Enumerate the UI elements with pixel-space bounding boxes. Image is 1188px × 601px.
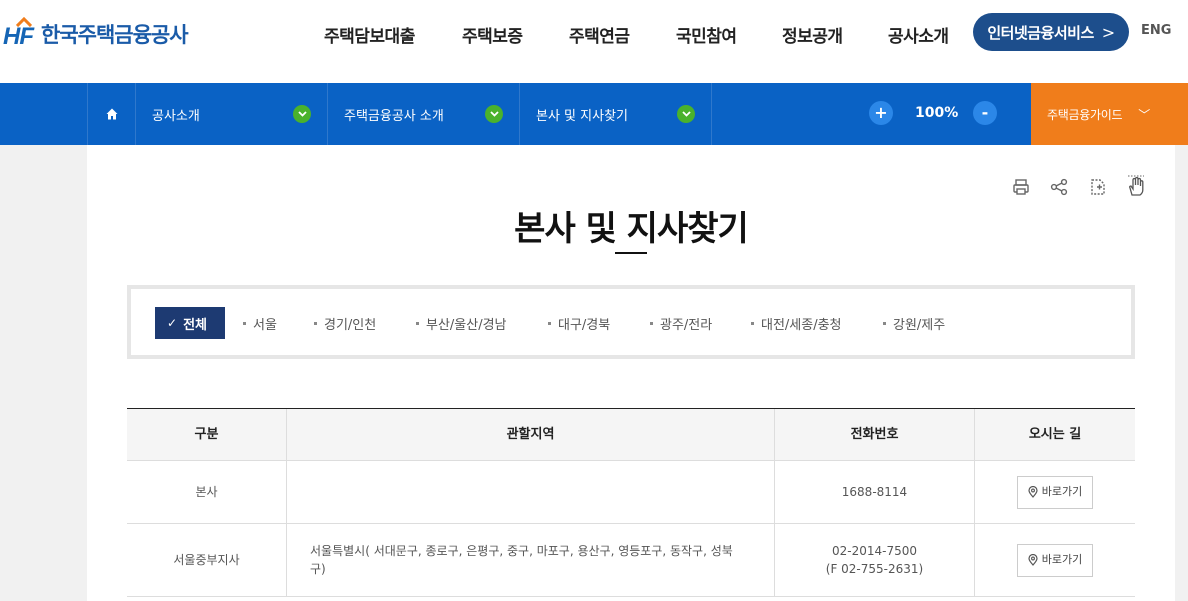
tab-seoul[interactable]: 서울: [243, 307, 277, 339]
table-row: 본사 1688-8114 바로가기: [127, 461, 1135, 524]
phone-cell: 1688-8114: [774, 461, 974, 523]
tab-label: 광주/전라: [660, 317, 713, 333]
directions-cell: 바로가기: [974, 461, 1135, 523]
nav-info-disclosure[interactable]: 정보공개: [782, 22, 843, 47]
tab-label: 강원/제주: [893, 317, 946, 333]
bullet-icon: [243, 321, 246, 325]
home-button[interactable]: [87, 83, 136, 145]
zoom-out-button[interactable]: -: [973, 101, 997, 125]
region-cell: [286, 461, 774, 523]
directions-button[interactable]: 바로가기: [1017, 475, 1093, 509]
share-icon[interactable]: [1048, 176, 1070, 198]
tab-label: 전체: [183, 317, 207, 333]
print-icon[interactable]: [1010, 176, 1032, 198]
hf-logo-mark: HF: [3, 17, 39, 51]
col-directions-header: 오시는 길: [974, 409, 1135, 460]
bullet-icon: [883, 321, 886, 325]
internet-service-button[interactable]: 인터넷금융서비스 >: [973, 13, 1129, 51]
nav-mortgage-loan[interactable]: 주택담보대출: [324, 22, 415, 47]
fax-number: (F 02-755-2631): [825, 562, 924, 576]
directions-button[interactable]: 바로가기: [1017, 543, 1093, 577]
breadcrumb-depth1[interactable]: 공사소개: [136, 83, 328, 145]
breadcrumb-depth3-label: 본사 및 지사찾기: [536, 108, 628, 124]
guide-label: 주택금융가이드: [1047, 107, 1123, 122]
directions-label: 바로가기: [1041, 552, 1083, 566]
zoom-in-button[interactable]: +: [869, 101, 893, 125]
directions-label: 바로가기: [1041, 484, 1083, 498]
breadcrumb-depth1-label: 공사소개: [152, 108, 200, 124]
tab-label: 서울: [253, 317, 277, 333]
map-pin-icon: [1028, 486, 1038, 498]
nav-housing-pension[interactable]: 주택연금: [569, 22, 630, 47]
phone-number: 02-2014-7500: [831, 544, 917, 558]
language-english-link[interactable]: ENG: [1141, 23, 1171, 38]
table-header-row: 구분 관할지역 전화번호 오시는 길: [127, 409, 1135, 461]
site-logo[interactable]: HF 한국주택금융공사: [3, 17, 189, 51]
chevron-down-icon: ﹀: [1138, 107, 1150, 122]
chevron-down-icon: [293, 105, 311, 123]
tab-gyeonggi-incheon[interactable]: 경기/인천: [314, 307, 376, 339]
breadcrumb-depth2[interactable]: 주택금융공사 소개: [328, 83, 520, 145]
division-cell: 서울중부지사: [173, 553, 240, 567]
col-division-header: 구분: [194, 426, 219, 442]
title-underline: [615, 252, 647, 254]
tab-daejeon-sejong-chungcheong[interactable]: 대전/세종/충청: [751, 307, 842, 339]
map-pin-icon: [1028, 554, 1038, 566]
chevron-right-icon: >: [1101, 22, 1115, 42]
tab-label: 부산/울산/경남: [426, 317, 507, 333]
bullet-icon: [548, 321, 551, 325]
logo-text: 한국주택금융공사: [41, 23, 189, 47]
bullet-icon: [314, 321, 317, 325]
col-phone-header: 전화번호: [774, 409, 974, 460]
division-cell: 본사: [195, 485, 218, 499]
chevron-down-icon: [677, 105, 695, 123]
tab-label: 대구/경북: [558, 317, 611, 333]
nav-housing-guarantee[interactable]: 주택보증: [462, 22, 523, 47]
internet-service-label: 인터넷금융서비스: [987, 23, 1094, 42]
check-icon: ✓: [167, 316, 178, 330]
branch-table: 구분 관할지역 전화번호 오시는 길 본사 1688-8114 바로가기 서울중…: [127, 408, 1135, 597]
tab-all[interactable]: ✓ 전체: [155, 307, 225, 339]
bullet-icon: [650, 321, 653, 325]
logo-mark-text: HF: [3, 23, 34, 50]
zoom-level: 100%: [915, 105, 959, 121]
home-icon: [106, 108, 117, 120]
directions-cell: 바로가기: [974, 524, 1135, 596]
phone-cell: 02-2014-7500 (F 02-755-2631): [774, 524, 974, 596]
region-tabs: ✓ 전체 서울 경기/인천 부산/울산/경남 대구/경북 광주/전라 대전/세종…: [127, 285, 1135, 359]
col-region-header: 관할지역: [286, 409, 774, 460]
breadcrumb-depth3[interactable]: 본사 및 지사찾기: [520, 83, 712, 145]
tab-daegu-gyeongbuk[interactable]: 대구/경북: [548, 307, 610, 339]
site-header: HF 한국주택금융공사 주택담보대출 주택보증 주택연금 국민참여 정보공개 공…: [0, 0, 1188, 83]
page-title: 본사 및 지사찾기: [514, 209, 749, 249]
chevron-down-icon: [485, 105, 503, 123]
location-bar: 공사소개 주택금융공사 소개 본사 및 지사찾기 + 100% - 주택금융가이…: [0, 83, 1188, 145]
housing-finance-guide-button[interactable]: 주택금융가이드 ﹀: [1031, 83, 1188, 145]
table-row: 서울중부지사 서울특별시( 서대문구, 종로구, 은평구, 중구, 마포구, 용…: [127, 524, 1135, 597]
region-cell: 서울특별시( 서대문구, 종로구, 은평구, 중구, 마포구, 용산구, 영등포…: [286, 524, 774, 596]
tab-busan-ulsan-gyeongnam[interactable]: 부산/울산/경남: [416, 307, 507, 339]
hand-cursor-icon[interactable]: [1125, 175, 1147, 197]
tab-label: 대전/세종/충청: [761, 317, 842, 333]
nav-about[interactable]: 공사소개: [888, 22, 949, 47]
tab-gwangju-jeolla[interactable]: 광주/전라: [650, 307, 712, 339]
content-area: 본사 및 지사찾기 ✓ 전체 서울 경기/인천 부산/울산/경남 대구/경북 광…: [87, 145, 1175, 601]
tab-label: 경기/인천: [324, 317, 377, 333]
bullet-icon: [751, 321, 754, 325]
tab-gangwon-jeju[interactable]: 강원/제주: [883, 307, 945, 339]
breadcrumb-depth2-label: 주택금융공사 소개: [344, 108, 444, 124]
bullet-icon: [416, 321, 419, 325]
copy-url-icon[interactable]: [1087, 176, 1109, 198]
nav-public-participation[interactable]: 국민참여: [676, 22, 737, 47]
